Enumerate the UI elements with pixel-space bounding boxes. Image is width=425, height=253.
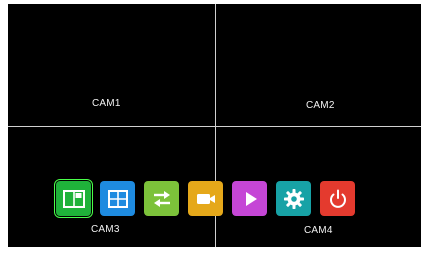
camera-view-cam1[interactable]: CAM1 — [8, 4, 214, 125]
single-view-button[interactable] — [54, 179, 93, 218]
switch-button[interactable] — [144, 181, 179, 216]
camera-view-cam2[interactable]: CAM2 — [216, 4, 422, 125]
playback-button[interactable] — [232, 181, 267, 216]
settings-button[interactable] — [276, 181, 311, 216]
quad-view-button[interactable] — [100, 181, 135, 216]
video-camera-icon — [196, 193, 215, 204]
single-view-icon — [62, 189, 85, 208]
control-toolbar — [54, 179, 355, 218]
power-button[interactable] — [320, 181, 355, 216]
switch-arrows-icon — [153, 190, 170, 207]
camera-label: CAM2 — [306, 100, 335, 111]
play-icon — [245, 191, 257, 206]
record-button[interactable] — [188, 181, 223, 216]
camera-label: CAM4 — [304, 225, 333, 236]
power-icon — [329, 189, 346, 208]
camera-label: CAM3 — [91, 224, 120, 235]
quad-view-icon — [107, 189, 128, 208]
gear-icon — [283, 188, 304, 209]
camera-label: CAM1 — [92, 98, 121, 109]
grid-divider-horizontal — [8, 126, 421, 127]
